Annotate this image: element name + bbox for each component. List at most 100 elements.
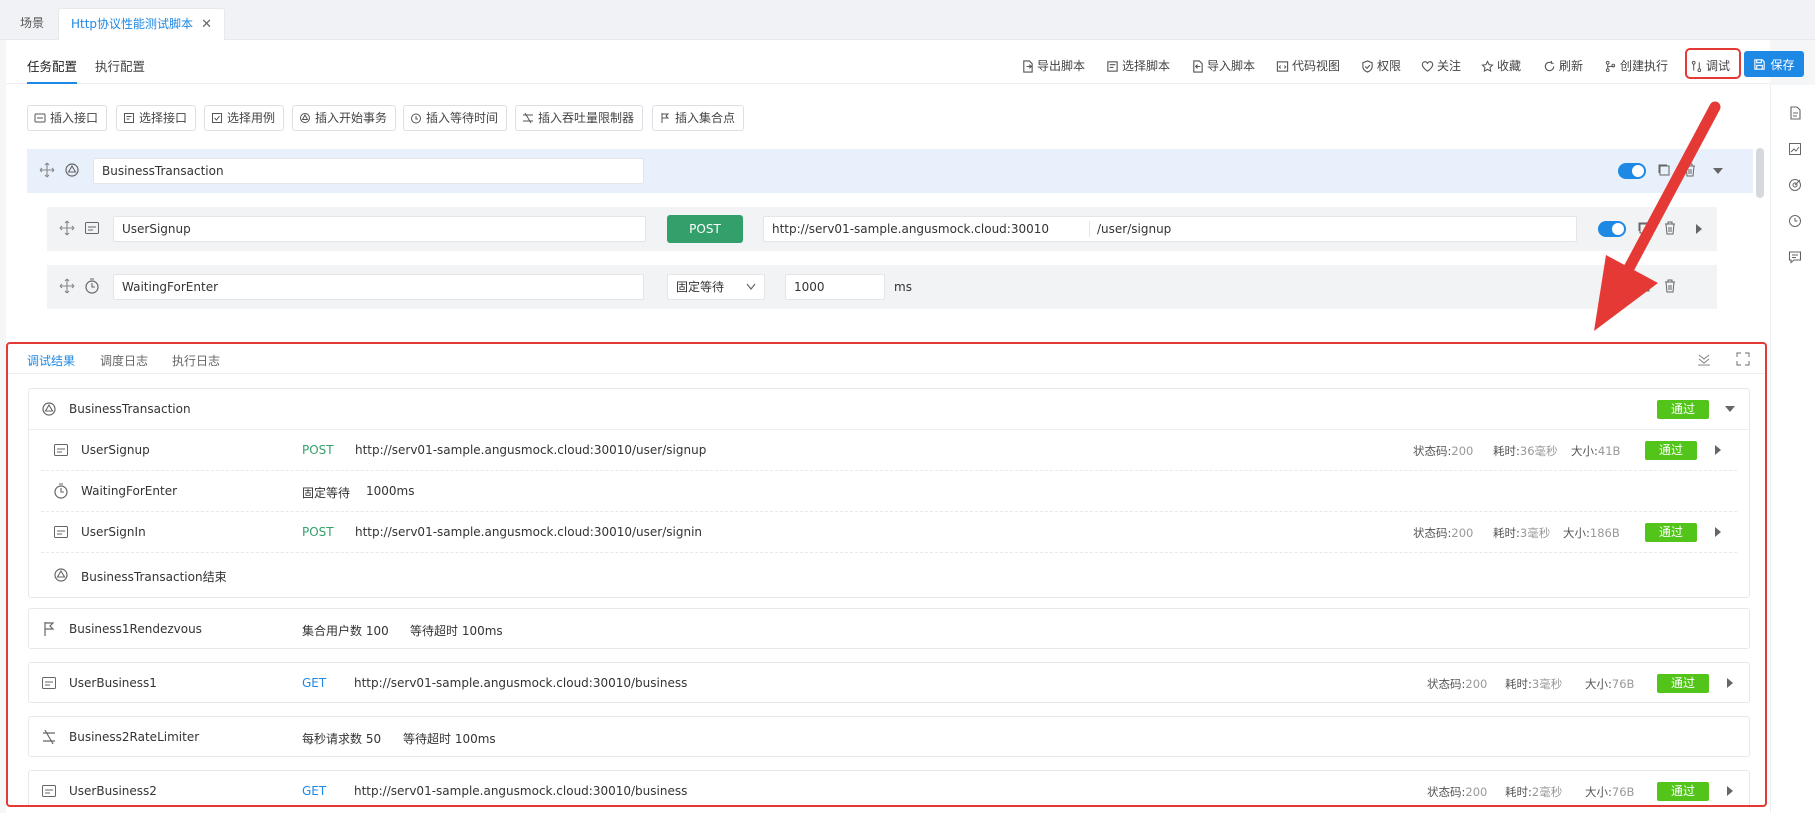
insert-limiter-button[interactable]: 插入吞吐量限制器 xyxy=(515,105,644,131)
tab-exec-log[interactable]: 执行日志 xyxy=(172,352,220,369)
business1-result-card[interactable]: UserBusiness1 GET http://serv01-sample.a… xyxy=(28,662,1750,703)
transaction-result-card: BusinessTransaction 通过 UserSignup POST h… xyxy=(28,388,1750,598)
import-icon xyxy=(1193,59,1203,73)
wait-name-input[interactable]: WaitingForEnter xyxy=(113,274,644,300)
refresh-icon xyxy=(1544,60,1555,71)
create-exec-button[interactable]: 创建执行 xyxy=(1604,57,1668,75)
annotation-arrow-icon xyxy=(1594,101,1721,331)
size-meta: 大小:186B xyxy=(1563,526,1620,540)
signin-result-row[interactable]: UserSignIn POST http://serv01-sample.ang… xyxy=(41,512,1737,553)
comment-icon[interactable] xyxy=(1788,250,1802,264)
select-script-icon xyxy=(1107,60,1118,72)
chart-icon[interactable] xyxy=(1788,142,1802,156)
transaction-icon xyxy=(300,113,310,123)
branch-icon xyxy=(1605,60,1616,72)
import-script-button[interactable]: 导入脚本 xyxy=(1191,57,1255,75)
config-tabs: 任务配置 执行配置 导出脚本 选择脚本 导入脚本 代码视图 权限 关注 收藏 刷… xyxy=(6,40,1804,84)
drag-handle-icon[interactable] xyxy=(59,278,75,294)
tab-exec-config[interactable]: 执行配置 xyxy=(95,56,145,84)
export-script-button[interactable]: 导出脚本 xyxy=(1021,57,1085,75)
business2-result-card[interactable]: UserBusiness2 GET http://serv01-sample.a… xyxy=(28,770,1750,805)
status-badge: 通过 xyxy=(1657,400,1709,419)
size-meta: 大小:76B xyxy=(1585,785,1635,799)
refresh-button[interactable]: 刷新 xyxy=(1543,57,1583,75)
follow-button[interactable]: 关注 xyxy=(1421,57,1461,75)
editor-scrollbar[interactable] xyxy=(1756,148,1764,198)
transaction-icon xyxy=(42,402,56,416)
signup-name-input[interactable]: UserSignup xyxy=(113,216,646,242)
chevron-right-icon[interactable] xyxy=(1725,786,1735,796)
url-label: http://serv01-sample.angusmock.cloud:300… xyxy=(355,525,703,539)
insert-wait-button[interactable]: 插入等待时间 xyxy=(403,105,508,131)
url-label: http://serv01-sample.angusmock.cloud:300… xyxy=(354,676,688,690)
duration-meta: 耗时:2毫秒 xyxy=(1505,785,1563,799)
fullscreen-icon[interactable] xyxy=(1736,352,1750,366)
limiter-result-card[interactable]: Business2RateLimiter 每秒请求数 50 等待超时 100ms xyxy=(28,716,1750,757)
limiter-icon xyxy=(523,112,533,124)
status-code-meta: 状态码:200 xyxy=(1427,677,1488,691)
shield-icon xyxy=(1362,59,1373,73)
status-badge: 通过 xyxy=(1645,523,1697,542)
transaction-icon xyxy=(54,568,68,582)
drag-handle-icon[interactable] xyxy=(59,220,75,236)
export-icon xyxy=(1023,59,1033,73)
tab-scene[interactable]: 场景 xyxy=(8,8,56,40)
transaction-icon xyxy=(65,163,79,177)
wait-value-input[interactable]: 1000 xyxy=(785,274,885,300)
timer-icon xyxy=(411,113,421,124)
chevron-down-icon xyxy=(746,283,756,290)
chevron-right-icon[interactable] xyxy=(1725,678,1735,688)
chevron-down-icon[interactable] xyxy=(1725,404,1735,414)
heart-icon xyxy=(1421,60,1434,72)
transaction-name-input[interactable]: BusinessTransaction xyxy=(93,158,644,184)
duration-meta: 耗时:36毫秒 xyxy=(1493,444,1558,458)
select-script-button[interactable]: 选择脚本 xyxy=(1106,57,1170,75)
tab-http-script[interactable]: Http协议性能测试脚本 ✕ xyxy=(58,8,225,40)
tab-schedule-log[interactable]: 调度日志 xyxy=(100,352,148,369)
wait-type-select[interactable]: 固定等待 xyxy=(667,274,765,300)
code-icon xyxy=(1276,60,1289,72)
chevron-right-icon[interactable] xyxy=(1713,445,1723,455)
http-icon xyxy=(85,222,99,234)
insert-transaction-button[interactable]: 插入开始事务 xyxy=(292,105,397,131)
timer-icon xyxy=(85,278,99,294)
method-label: GET xyxy=(302,676,327,690)
select-api-icon xyxy=(124,113,134,123)
http-icon xyxy=(42,785,56,797)
save-button[interactable]: 保存 xyxy=(1744,51,1804,77)
chevron-right-icon[interactable] xyxy=(1713,527,1723,537)
status-code-meta: 状态码:200 xyxy=(1413,444,1474,458)
code-view-button[interactable]: 代码视图 xyxy=(1276,57,1340,75)
select-case-button[interactable]: 选择用例 xyxy=(204,105,285,131)
signup-result-row[interactable]: UserSignup POST http://serv01-sample.ang… xyxy=(41,430,1737,471)
clock-icon[interactable] xyxy=(1788,214,1802,228)
wait-result-row[interactable]: WaitingForEnter 固定等待 1000ms xyxy=(41,471,1737,512)
debug-highlight-box xyxy=(1685,48,1741,79)
drag-handle-icon[interactable] xyxy=(39,162,55,178)
document-icon[interactable] xyxy=(1788,106,1802,120)
insert-rendezvous-button[interactable]: 插入集合点 xyxy=(652,105,745,131)
insert-api-button[interactable]: 插入接口 xyxy=(27,105,108,131)
star-icon xyxy=(1481,59,1494,72)
status-code-meta: 状态码:200 xyxy=(1427,785,1488,799)
timer-icon xyxy=(54,483,68,499)
collapse-icon[interactable] xyxy=(1697,352,1711,366)
rendezvous-result-card[interactable]: Business1Rendezvous 集合用户数 100 等待超时 100ms xyxy=(28,608,1750,649)
permission-button[interactable]: 权限 xyxy=(1361,57,1401,75)
method-badge-post[interactable]: POST xyxy=(667,215,743,243)
close-icon[interactable]: ✕ xyxy=(201,10,212,40)
tab-task-config[interactable]: 任务配置 xyxy=(27,56,78,84)
status-code-meta: 状态码:200 xyxy=(1413,526,1474,540)
duration-meta: 耗时:3毫秒 xyxy=(1505,677,1563,691)
transaction-result-row[interactable]: BusinessTransaction 通过 xyxy=(29,389,1749,430)
favorite-button[interactable]: 收藏 xyxy=(1481,57,1521,75)
status-badge: 通过 xyxy=(1657,674,1709,693)
limiter-icon xyxy=(43,729,55,745)
target-icon[interactable] xyxy=(1788,178,1802,192)
debug-result-panel: 调试结果 调度日志 执行日志 BusinessTransaction 通过 Us… xyxy=(6,342,1767,807)
tab-debug-result[interactable]: 调试结果 xyxy=(27,352,75,369)
status-badge: 通过 xyxy=(1645,441,1697,460)
size-meta: 大小:76B xyxy=(1585,677,1635,691)
signup-url-input[interactable]: http://serv01-sample.angusmock.cloud:300… xyxy=(763,216,1577,242)
select-api-button[interactable]: 选择接口 xyxy=(116,105,197,131)
